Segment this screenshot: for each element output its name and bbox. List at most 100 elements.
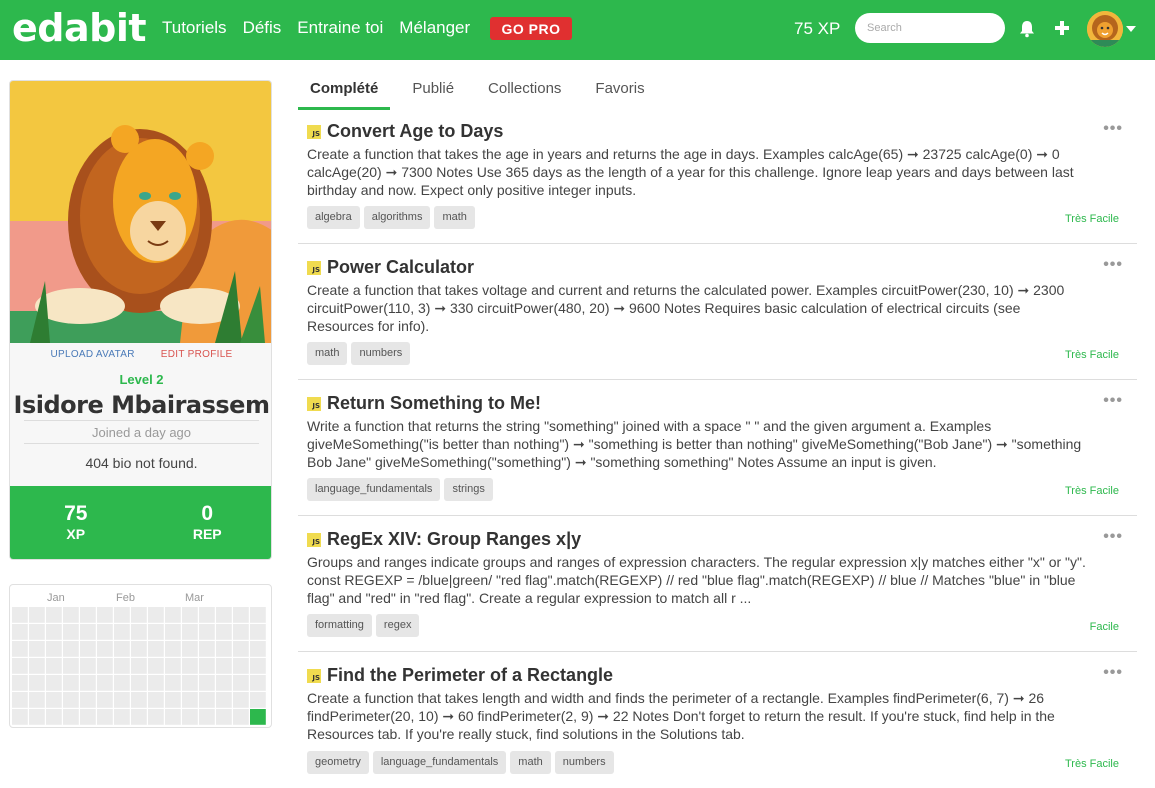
heatmap-cell bbox=[114, 675, 130, 691]
more-options-icon[interactable]: ••• bbox=[1103, 528, 1123, 546]
profile-actions: UPLOAD AVATAR EDIT PROFILE bbox=[10, 349, 271, 360]
more-options-icon[interactable]: ••• bbox=[1103, 120, 1123, 138]
rep-value: 0 bbox=[201, 502, 214, 525]
heatmap-cell bbox=[165, 607, 181, 623]
divider bbox=[24, 443, 259, 444]
heatmap-cell bbox=[216, 607, 232, 623]
heatmap-cell bbox=[165, 692, 181, 708]
heatmap-cell bbox=[199, 709, 215, 725]
nav-link-melanger[interactable]: Mélanger bbox=[399, 18, 470, 38]
challenge-tags: algebra algorithms math bbox=[307, 206, 475, 229]
challenge-description: Write a function that returns the string… bbox=[307, 418, 1082, 471]
xp-value: 75 bbox=[64, 502, 88, 525]
heatmap-cell bbox=[233, 692, 249, 708]
heatmap-cell bbox=[63, 675, 79, 691]
edit-profile-link[interactable]: EDIT PROFILE bbox=[161, 349, 233, 360]
heatmap-cell bbox=[182, 675, 198, 691]
heatmap-cell bbox=[12, 607, 28, 623]
heatmap-cell bbox=[97, 675, 113, 691]
heatmap-cell bbox=[182, 709, 198, 725]
plus-icon[interactable] bbox=[1053, 19, 1071, 37]
heatmap-cell bbox=[29, 658, 45, 674]
heatmap-cell bbox=[80, 692, 96, 708]
tag[interactable]: math bbox=[510, 751, 551, 774]
nav-link-entraine-toi[interactable]: Entraine toi bbox=[297, 18, 383, 38]
heatmap-cell bbox=[114, 607, 130, 623]
heatmap-cell bbox=[199, 624, 215, 640]
heatmap-cell bbox=[12, 641, 28, 657]
user-stats: 75 XP 0 REP bbox=[10, 486, 271, 559]
tag[interactable]: algebra bbox=[307, 206, 360, 229]
heatmap-cell bbox=[182, 658, 198, 674]
challenge-title[interactable]: Convert Age to Days bbox=[327, 121, 503, 142]
heatmap-cell bbox=[97, 692, 113, 708]
nav-link-tutoriels[interactable]: Tutoriels bbox=[162, 18, 227, 38]
activity-heatmap: Jan Feb Mar bbox=[9, 584, 272, 728]
tab-collections[interactable]: Collections bbox=[476, 78, 573, 110]
challenge-description: Create a function that takes voltage and… bbox=[307, 282, 1065, 335]
heatmap-cell bbox=[199, 641, 215, 657]
more-options-icon[interactable]: ••• bbox=[1103, 392, 1123, 410]
user-avatar[interactable] bbox=[1087, 11, 1123, 47]
user-bio: 404 bio not found. bbox=[85, 455, 198, 471]
tag[interactable]: geometry bbox=[307, 751, 369, 774]
heatmap-cell bbox=[216, 692, 232, 708]
upload-avatar-link[interactable]: UPLOAD AVATAR bbox=[50, 349, 134, 360]
challenge-title[interactable]: RegEx XIV: Group Ranges x|y bbox=[327, 529, 581, 550]
heatmap-cell bbox=[97, 641, 113, 657]
tag[interactable]: language_fundamentals bbox=[372, 751, 507, 774]
tab-complete[interactable]: Complété bbox=[298, 78, 391, 110]
challenge-title[interactable]: Power Calculator bbox=[327, 257, 474, 278]
heatmap-cell bbox=[46, 692, 62, 708]
tag[interactable]: strings bbox=[444, 478, 493, 501]
javascript-icon: JS bbox=[307, 533, 321, 547]
tag[interactable]: regex bbox=[375, 614, 420, 637]
heatmap-cell bbox=[233, 675, 249, 691]
heatmap-cell bbox=[29, 675, 45, 691]
search-input[interactable] bbox=[855, 13, 1005, 43]
challenge-item[interactable]: JS Return Something to Me! ••• Write a f… bbox=[298, 380, 1137, 516]
edabit-logo[interactable]: edabit bbox=[12, 6, 147, 50]
challenge-item[interactable]: JS Convert Age to Days ••• Create a func… bbox=[298, 108, 1137, 244]
tag[interactable]: math bbox=[307, 342, 348, 365]
challenge-list: JS Convert Age to Days ••• Create a func… bbox=[298, 108, 1137, 788]
more-options-icon[interactable]: ••• bbox=[1103, 256, 1123, 274]
heatmap-cell bbox=[165, 641, 181, 657]
challenge-description: Groups and ranges indicate groups and ra… bbox=[307, 554, 1086, 607]
tab-publie[interactable]: Publié bbox=[400, 78, 466, 110]
challenge-item[interactable]: JS RegEx XIV: Group Ranges x|y ••• Group… bbox=[298, 516, 1137, 652]
challenge-item[interactable]: JS Power Calculator ••• Create a functio… bbox=[298, 244, 1137, 380]
challenge-item[interactable]: JS Find the Perimeter of a Rectangle •••… bbox=[298, 652, 1137, 788]
heatmap-cell bbox=[250, 675, 266, 691]
go-pro-button[interactable]: GO PRO bbox=[490, 17, 572, 40]
more-options-icon[interactable]: ••• bbox=[1103, 664, 1123, 682]
tag[interactable]: numbers bbox=[554, 751, 614, 774]
tag[interactable]: math bbox=[434, 206, 475, 229]
bell-icon[interactable] bbox=[1019, 20, 1035, 38]
challenge-description: Create a function that takes length and … bbox=[307, 690, 1055, 743]
heatmap-cell bbox=[80, 658, 96, 674]
heatmap-cell bbox=[165, 675, 181, 691]
heatmap-cell bbox=[63, 658, 79, 674]
heatmap-cell bbox=[233, 641, 249, 657]
heatmap-cell bbox=[97, 607, 113, 623]
heatmap-cell bbox=[250, 658, 266, 674]
tag[interactable]: language_fundamentals bbox=[307, 478, 441, 501]
nav-link-defis[interactable]: Défis bbox=[243, 18, 282, 38]
heatmap-cell bbox=[29, 607, 45, 623]
heatmap-cell bbox=[182, 692, 198, 708]
joined-date: Joined a day ago bbox=[91, 425, 192, 440]
tag[interactable]: algorithms bbox=[363, 206, 431, 229]
tag[interactable]: formatting bbox=[307, 614, 372, 637]
heatmap-cell bbox=[148, 675, 164, 691]
xp-label: XP bbox=[66, 526, 86, 542]
chevron-down-icon[interactable] bbox=[1126, 26, 1136, 32]
challenge-title[interactable]: Return Something to Me! bbox=[327, 393, 541, 414]
tab-favoris[interactable]: Favoris bbox=[583, 78, 656, 110]
heatmap-cell bbox=[148, 641, 164, 657]
heatmap-cell bbox=[131, 675, 147, 691]
challenge-title[interactable]: Find the Perimeter of a Rectangle bbox=[327, 665, 613, 686]
tag[interactable]: numbers bbox=[351, 342, 411, 365]
heatmap-cell bbox=[250, 607, 266, 623]
heatmap-cell bbox=[131, 709, 147, 725]
